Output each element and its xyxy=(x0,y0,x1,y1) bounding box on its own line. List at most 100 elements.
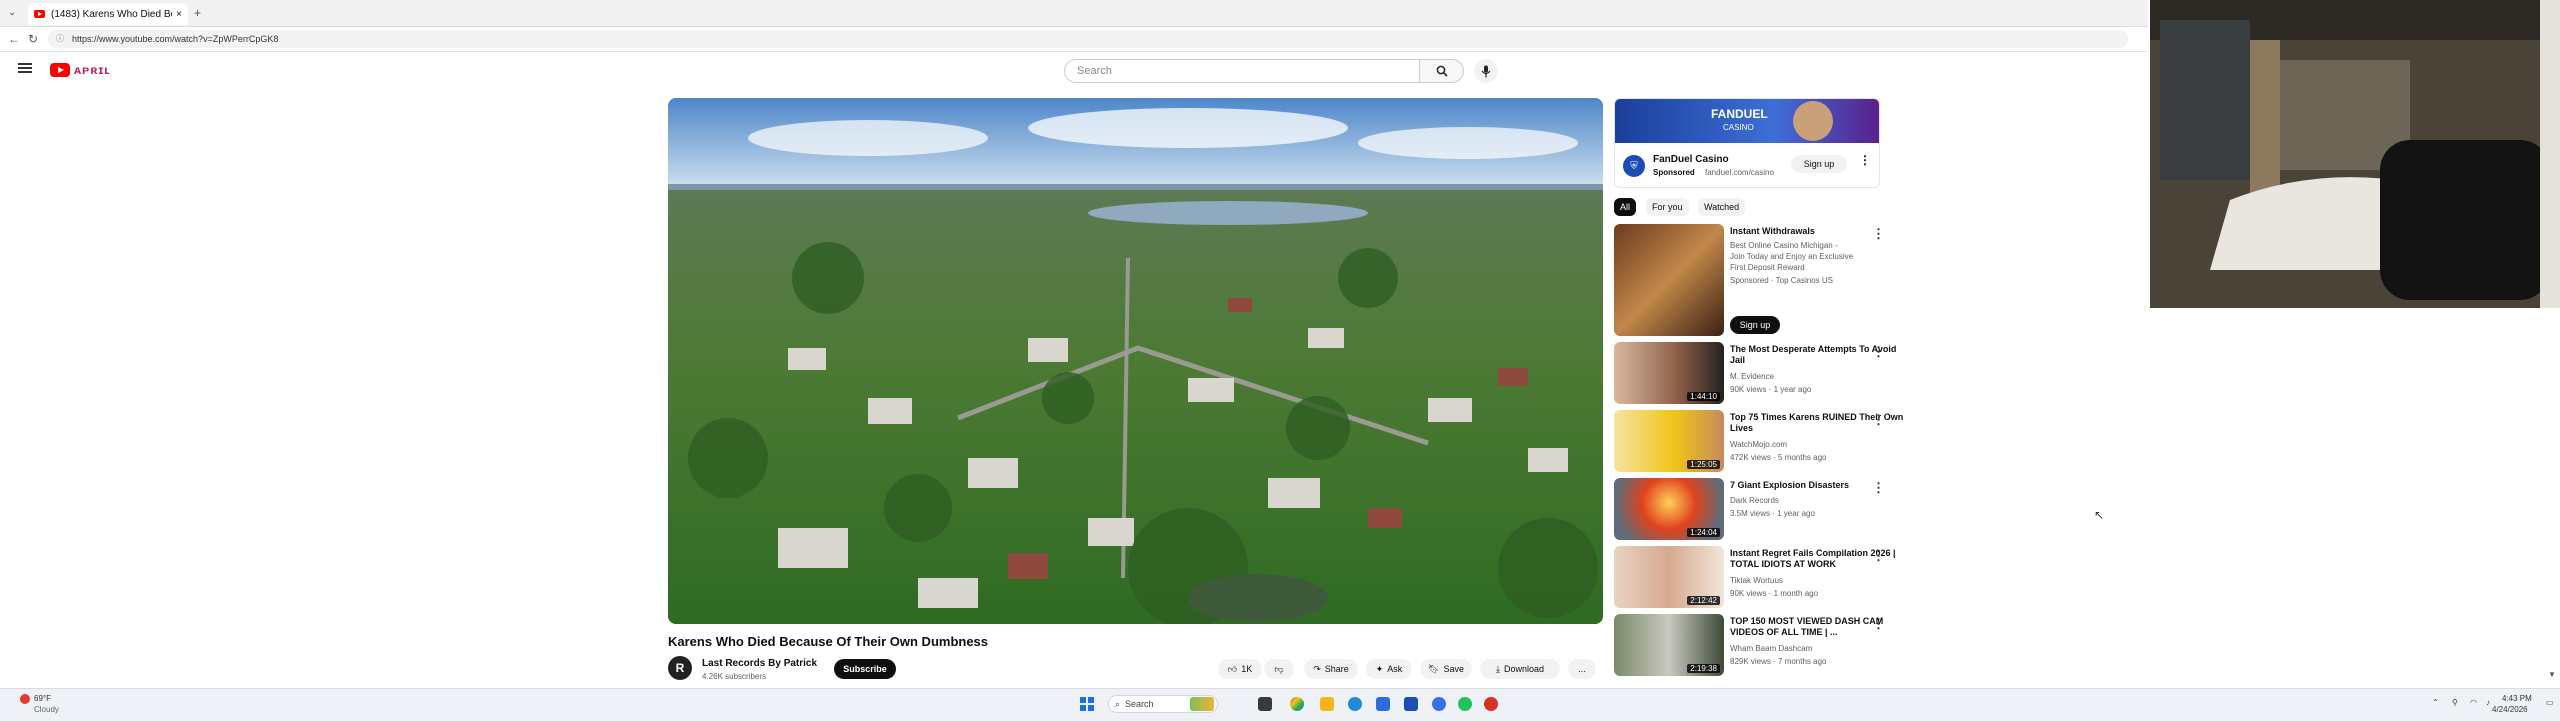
microphone-icon xyxy=(1481,65,1491,77)
recommendation-thumbnail[interactable]: 2:19:38 xyxy=(1614,614,1724,676)
chrome-icon[interactable] xyxy=(1484,697,1498,711)
recommendation-channel[interactable]: WatchMojo.com xyxy=(1730,440,1787,449)
recommendation-thumbnail[interactable]: 1:25:05 xyxy=(1614,410,1724,472)
weather-alert-icon[interactable] xyxy=(20,694,30,704)
search-button[interactable] xyxy=(1420,59,1464,83)
site-info-icon[interactable]: ⓘ xyxy=(56,30,64,48)
more-vertical-icon[interactable]: ⋮ xyxy=(1872,616,1885,632)
download-label: Download xyxy=(1503,664,1544,674)
recommendation-description: Best Online Casino Michigan - Join Today… xyxy=(1730,241,1854,272)
url-field[interactable]: ⓘ https://www.youtube.com/watch?v=ZpWPer… xyxy=(48,30,2128,48)
duration-badge: 1:44:10 xyxy=(1687,392,1720,401)
recommendation-thumbnail[interactable]: 1:24:04 xyxy=(1614,478,1724,540)
download-button[interactable]: ⤓ Download xyxy=(1480,659,1560,679)
weather-temp[interactable]: 69°F xyxy=(34,694,51,703)
recommendation-meta: 829K views · 7 months ago xyxy=(1730,657,1827,666)
chip-watched[interactable]: Watched xyxy=(1698,198,1746,216)
ad-person-image xyxy=(1793,101,1833,141)
more-vertical-icon[interactable]: ⋮ xyxy=(1872,412,1885,428)
hamburger-menu-icon[interactable] xyxy=(18,63,32,73)
ad-sponsored-label: Sponsored xyxy=(1653,168,1695,177)
duration-badge: 2:19:38 xyxy=(1687,664,1720,673)
logo-doodle-text: ᴀᴘʀɪʟ xyxy=(74,63,111,77)
chip-for-you[interactable]: For you xyxy=(1646,198,1689,216)
edge-browser-icon[interactable] xyxy=(1348,697,1362,711)
recommendation-signup-button[interactable]: Sign up xyxy=(1730,316,1780,334)
like-button[interactable]: 👍︎ 1K xyxy=(1218,659,1262,679)
tab-title: (1483) Karens Who Died Because xyxy=(51,8,172,20)
youtube-play-logo-icon xyxy=(50,63,70,77)
usb-icon[interactable]: ⚲ xyxy=(2452,698,2458,707)
ad-banner-brand: FANDUEL xyxy=(1711,107,1768,121)
browser-tab-bar: ⌄ (1483) Karens Who Died Because × + xyxy=(0,0,2148,27)
wifi-icon[interactable]: ◠ xyxy=(2470,698,2477,707)
more-vertical-icon[interactable]: ⋮ xyxy=(1872,344,1885,360)
subscribe-button[interactable]: Subscribe xyxy=(834,659,896,679)
recommendation-thumbnail[interactable]: 1:44:10 xyxy=(1614,342,1724,404)
url-text: https://www.youtube.com/watch?v=ZpWPerrC… xyxy=(72,34,279,44)
recommendation-meta: 90K views · 1 year ago xyxy=(1730,385,1812,394)
more-vertical-icon[interactable]: ⋮ xyxy=(1872,480,1885,496)
back-arrow-icon[interactable]: ← xyxy=(8,32,20,46)
search-input[interactable]: Search xyxy=(1064,59,1420,83)
ad-name: FanDuel Casino xyxy=(1653,154,1729,165)
recommendation-channel[interactable]: M. Evidence xyxy=(1730,372,1774,381)
new-tab-button[interactable]: + xyxy=(194,6,201,20)
task-view-icon[interactable] xyxy=(1258,697,1272,711)
scroll-down-arrow-icon[interactable]: ▼ xyxy=(2548,670,2556,679)
clock-time[interactable]: 4:43 PM xyxy=(2502,694,2532,703)
reload-icon[interactable]: ↻ xyxy=(28,32,38,46)
like-count: 1K xyxy=(1241,664,1253,674)
tray-overflow-icon[interactable]: ⌃ xyxy=(2432,698,2439,707)
share-label: Share xyxy=(1324,664,1349,674)
more-vertical-icon[interactable]: ⋮ xyxy=(1872,226,1885,242)
chip-all[interactable]: All xyxy=(1614,198,1637,216)
weather-desc: Cloudy xyxy=(34,705,59,714)
recommendation-channel[interactable]: Dark Records xyxy=(1730,496,1779,505)
dislike-button[interactable]: 👎︎ xyxy=(1264,659,1294,679)
chat-app-icon[interactable] xyxy=(1432,697,1446,711)
save-button[interactable]: 🔖︎ Save xyxy=(1420,659,1472,679)
ad-domain: fanduel.com/casino xyxy=(1705,168,1774,177)
tab-close-icon[interactable]: × xyxy=(176,9,182,20)
channel-name[interactable]: Last Records By Patrick xyxy=(702,658,817,669)
recommendation-thumbnail[interactable]: 2:12:42 xyxy=(1614,546,1724,608)
share-button[interactable]: ↷ Share xyxy=(1304,659,1358,679)
duration-badge: 1:25:05 xyxy=(1687,460,1720,469)
video-player[interactable] xyxy=(668,98,1603,624)
clock-date[interactable]: 4/24/2026 xyxy=(2492,705,2528,714)
webcam-room-image xyxy=(2150,0,2560,308)
more-vertical-icon[interactable]: ⋮ xyxy=(1872,548,1885,564)
ad-signup-button[interactable]: Sign up xyxy=(1791,155,1847,173)
more-horizontal-icon: ... xyxy=(1578,664,1586,674)
youtube-logo[interactable]: ᴀᴘʀɪʟ xyxy=(50,63,111,77)
volume-icon[interactable]: ♪ xyxy=(2486,698,2490,707)
file-explorer-icon[interactable] xyxy=(1320,697,1334,711)
browser-tab-active[interactable]: (1483) Karens Who Died Because × xyxy=(28,3,188,25)
thumbs-down-icon: 👎︎ xyxy=(1274,663,1284,674)
recommendation-thumbnail[interactable] xyxy=(1614,224,1724,336)
ask-button[interactable]: ✦ Ask xyxy=(1366,659,1412,679)
save-label: Save xyxy=(1443,664,1464,674)
outlook-icon[interactable] xyxy=(1376,697,1390,711)
ask-label: Ask xyxy=(1387,664,1403,674)
tab-list-icon[interactable]: ⌄ xyxy=(8,7,16,18)
taskbar: 69°F Cloudy ⌕ Search ⌃ ⚲ ◠ ♪ 4:43 PM 4/2… xyxy=(0,688,2560,721)
store-icon[interactable] xyxy=(1404,697,1418,711)
recommendation-meta: Sponsored · Top Casinos US xyxy=(1730,276,1834,285)
ad-more-icon[interactable]: ⋮ xyxy=(1859,153,1871,167)
more-actions-button[interactable]: ... xyxy=(1568,659,1596,679)
copilot-icon[interactable] xyxy=(1290,697,1304,711)
share-icon: ↷ xyxy=(1313,663,1321,674)
sponsored-ad-card[interactable]: FANDUEL CASINO ⛨ FanDuel Casino Sponsore… xyxy=(1614,98,1880,188)
bookmark-icon: 🔖︎ xyxy=(1428,663,1440,674)
subscriber-count: 4.26K subscribers xyxy=(702,672,767,681)
recommendation-channel[interactable]: Wham Baam Dashcam xyxy=(1730,644,1812,653)
recommendation-channel[interactable]: Tiktak Wortuus xyxy=(1730,576,1783,585)
windows-start-icon[interactable] xyxy=(1080,697,1094,711)
voice-search-button[interactable] xyxy=(1474,59,1498,83)
spotify-icon[interactable] xyxy=(1458,697,1472,711)
notification-icon[interactable]: ▭ xyxy=(2546,698,2554,707)
channel-avatar[interactable]: R xyxy=(668,656,692,680)
taskbar-search-icon: ⌕ xyxy=(1115,698,1121,709)
